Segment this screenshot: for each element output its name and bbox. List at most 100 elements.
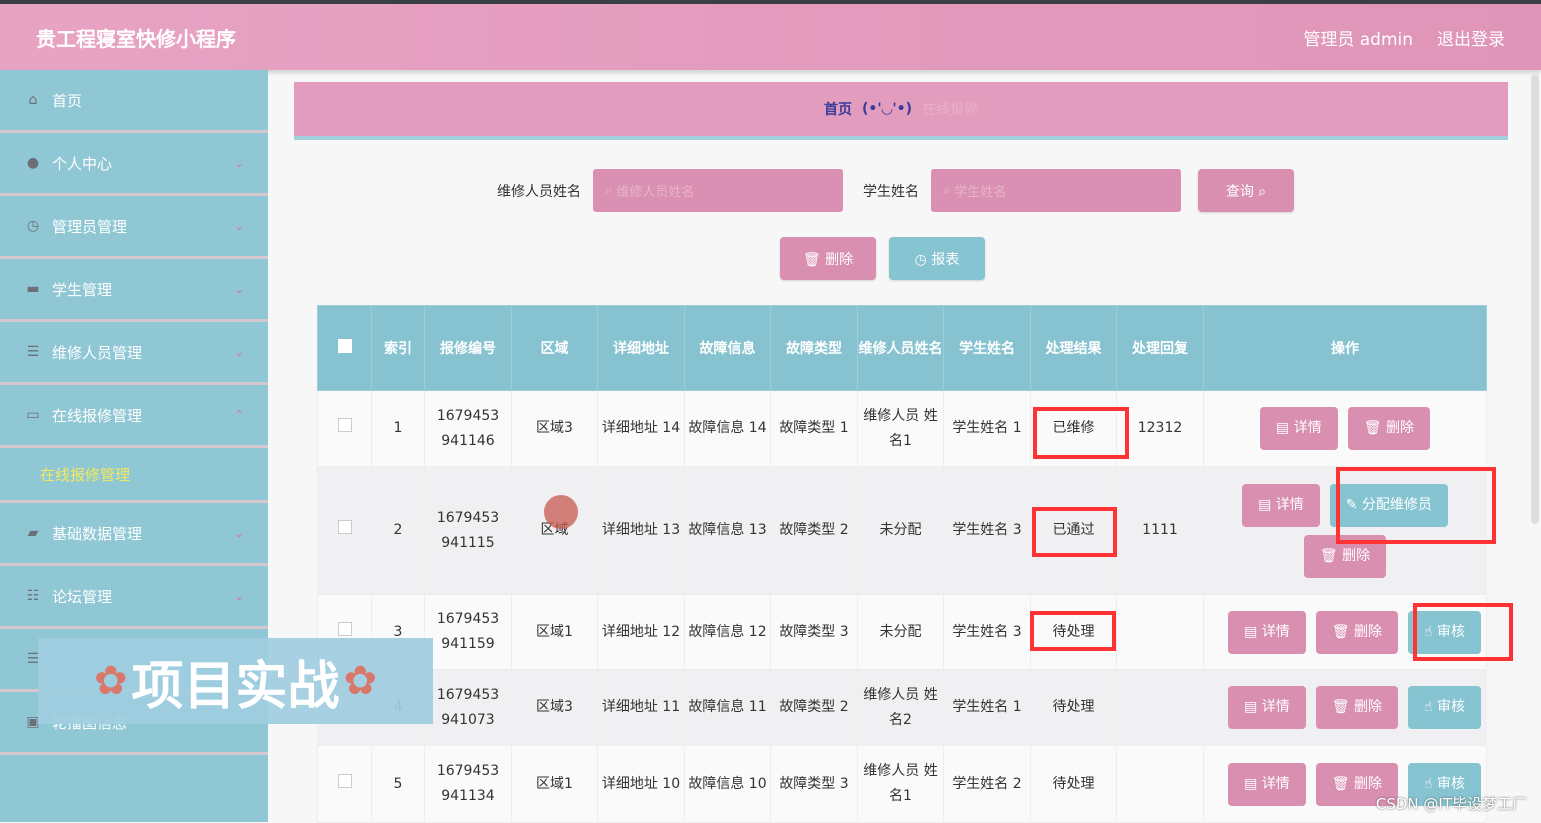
action-button[interactable]: ▤ 详情: [1242, 483, 1320, 527]
search-icon: ⌕: [605, 183, 617, 198]
student-name-input[interactable]: ⌕ 学生姓名: [931, 169, 1181, 212]
table-cell: 区域3: [511, 669, 598, 746]
table-row: 1 1679453 941146 区域3 详细地址 14 故障信息 14 故障类型 1 维修…: [317, 390, 1487, 467]
checkbox-cell: [317, 390, 372, 467]
table-cell: 区域1: [511, 745, 598, 823]
table-cell: 维修人员 姓名2: [857, 669, 944, 746]
table-cell: 故障信息 11: [684, 669, 771, 746]
sidebar-item-label: 个人中心: [52, 154, 113, 173]
watermark: CSDN @IT毕设梦工厂: [1375, 795, 1527, 813]
table-cell: 故障信息 10: [684, 745, 771, 823]
table-cell: 详细地址 14: [597, 390, 685, 467]
table-cell: 故障信息 12: [684, 594, 771, 670]
table-cell: 故障类型 1: [770, 390, 858, 467]
breadcrumb-separator: (•'◡'•): [861, 101, 913, 117]
table-cell: 故障类型 2: [770, 466, 858, 595]
repair-name-input[interactable]: ⌕ 维修人员姓名: [593, 169, 843, 212]
scrollbar[interactable]: [1531, 74, 1539, 524]
row-checkbox[interactable]: [337, 621, 352, 636]
sidebar-item[interactable]: ● 个人中心 ⌄: [0, 133, 268, 196]
column-header[interactable]: 处理回复: [1116, 305, 1204, 391]
column-header[interactable]: 学生姓名: [943, 305, 1031, 391]
table-cell: 待处理: [1030, 745, 1117, 823]
logout-link[interactable]: 退出登录: [1437, 30, 1505, 50]
sidebar-item[interactable]: ☷ 论坛管理 ⌄: [0, 566, 268, 629]
action-button[interactable]: 🗑 删除: [1315, 610, 1399, 654]
row-checkbox[interactable]: [337, 520, 352, 534]
sidebar-item[interactable]: ▬ 学生管理 ⌄: [0, 259, 268, 322]
table-cell: 1679453 941159: [424, 594, 512, 670]
table-cell: 2: [371, 466, 425, 595]
table-cell: 故障类型 2: [770, 669, 858, 746]
table-row: 2 1679453 941115 区域 详细地址 13 故障信息 13 故障类型 2 未分配…: [317, 466, 1487, 595]
sidebar-item[interactable]: ▭ 在线报修管理 ⌃: [0, 385, 268, 448]
sidebar-item[interactable]: ▰ 基础数据管理 ⌄: [0, 503, 268, 566]
table-cell: 1679453 941146: [424, 390, 512, 467]
student-name-label: 学生姓名: [863, 183, 919, 200]
user-icon: ●: [26, 155, 40, 171]
action-button[interactable]: 🗑 删除: [1347, 407, 1430, 450]
column-header[interactable]: 报修编号: [424, 305, 512, 391]
action-button[interactable]: ☝ 审核: [1408, 610, 1481, 654]
column-header[interactable]: 处理结果: [1030, 305, 1117, 391]
table-cell: 故障类型 3: [770, 594, 858, 670]
action-button[interactable]: ✎ 分配维修员: [1329, 483, 1448, 527]
sidebar-item[interactable]: ⌂ 首页: [0, 70, 268, 133]
placeholder: 维修人员姓名: [616, 185, 695, 200]
sliders-icon: ☷: [26, 588, 40, 604]
column-header[interactable]: [317, 305, 372, 391]
action-button[interactable]: 🗑 删除: [1303, 534, 1387, 578]
column-header[interactable]: 故障信息: [684, 305, 771, 391]
table-cell: 学生姓名 2: [943, 745, 1031, 823]
repair-table: 索引 报修编号 区域 详细地址 故障信息 故障类型 维修人员姓名 学生姓名 处理结果 处理回复 操作…: [317, 305, 1487, 823]
sidebar-item-label: 首页: [52, 91, 83, 110]
action-button[interactable]: ▤ 详情: [1228, 686, 1306, 729]
table-row: 5 1679453 941134 区域1 详细地址 10 故障信息 10 故障类型 3 维修…: [317, 745, 1487, 823]
table-row: 41679453 941073区域3详细地址 11故障信息 11故障类型 2维修…: [317, 669, 1487, 746]
wallet-icon: ▰: [27, 525, 39, 541]
sidebar-item-label: 在线报修管理: [52, 406, 143, 425]
sidebar-item[interactable]: ☰ 维修人员管理 ⌄: [0, 322, 268, 385]
action-button[interactable]: 🗑 删除: [1315, 686, 1399, 729]
form-icon: ▭: [26, 407, 40, 423]
column-header[interactable]: 操作: [1203, 305, 1487, 391]
table-cell: 区域: [511, 466, 598, 595]
row-checkbox[interactable]: [337, 418, 352, 432]
sidebar-subitem-online-repair[interactable]: 在线报修管理: [0, 448, 268, 503]
repair-name-label: 维修人员姓名: [497, 183, 581, 200]
actions-cell: ▤ 详情 ✎ 分配维修员 🗑 删除: [1203, 466, 1487, 595]
table-cell: [1116, 594, 1204, 670]
query-button[interactable]: 查询 ⌕: [1198, 169, 1294, 212]
table-cell: 1: [371, 390, 425, 467]
table-cell: 学生姓名 1: [943, 390, 1031, 467]
table-cell: 学生姓名 3: [943, 466, 1031, 595]
checkbox-cell: [317, 745, 372, 823]
chevron-icon: ⌄: [233, 156, 244, 170]
table-cell: 故障信息 14: [684, 390, 771, 467]
search-icon: ⌕: [943, 183, 955, 198]
column-header[interactable]: 详细地址: [597, 305, 685, 391]
table-cell: 1679453 941073: [424, 669, 512, 746]
table-cell: 1679453 941134: [424, 745, 512, 823]
table-cell: 区域1: [511, 594, 598, 670]
row-checkbox[interactable]: [337, 773, 352, 788]
column-header[interactable]: 维修人员姓名: [857, 305, 944, 391]
column-header[interactable]: 故障类型: [770, 305, 858, 391]
breadcrumb-home[interactable]: 首页: [824, 99, 852, 119]
admin-user[interactable]: 管理员 admin: [1303, 30, 1413, 50]
report-button[interactable]: ◷ 报表: [889, 237, 985, 280]
column-header[interactable]: 索引: [371, 305, 425, 391]
action-button[interactable]: ☝ 审核: [1408, 686, 1481, 729]
action-button[interactable]: ▤ 详情: [1228, 610, 1306, 654]
table-cell: 已通过: [1030, 466, 1117, 595]
action-button[interactable]: ▤ 详情: [1228, 762, 1306, 806]
column-header[interactable]: 区域: [511, 305, 598, 391]
project-banner-overlay: ✿ 项目实战 ✿: [38, 638, 433, 724]
sidebar-item[interactable]: ◷ 管理员管理 ⌄: [0, 196, 268, 259]
select-all-checkbox[interactable]: [337, 339, 352, 353]
repair-name-search: 维修人员姓名 ⌕ 维修人员姓名: [497, 169, 843, 212]
action-button[interactable]: ▤ 详情: [1260, 407, 1338, 450]
batch-delete-button[interactable]: 🗑 删除: [780, 237, 876, 280]
chevron-icon: ⌄: [233, 526, 244, 540]
chevron-icon: ⌄: [233, 282, 244, 296]
